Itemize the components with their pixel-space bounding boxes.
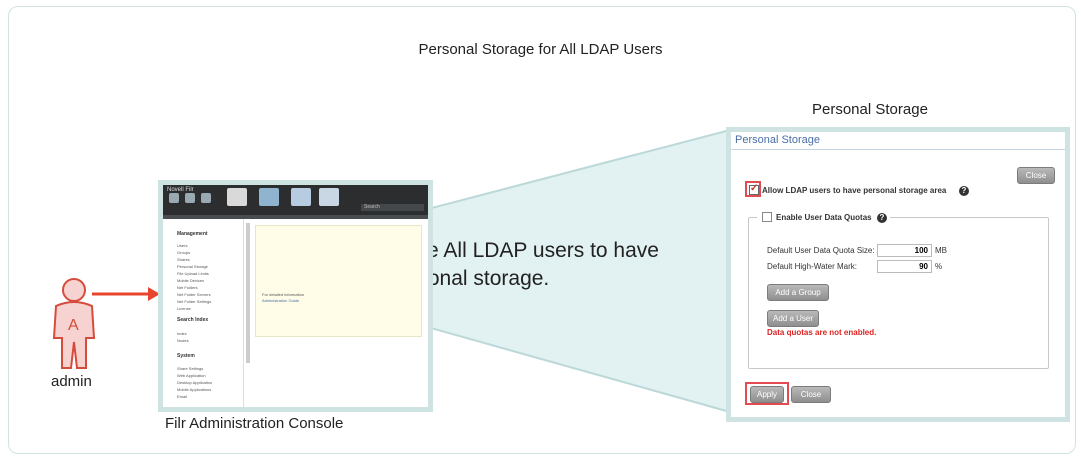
console-sidebar: Management Users Groups Shares Personal …: [163, 219, 244, 407]
quota-size-unit: MB: [935, 246, 947, 255]
nav-item[interactable]: File Upload Limits: [177, 271, 209, 276]
close-bottom-button[interactable]: Close: [791, 386, 831, 403]
section-search-index: Search Index: [177, 317, 209, 323]
admin-label: admin: [51, 373, 92, 390]
whatsnew-icon: [291, 188, 311, 206]
add-group-button[interactable]: Add a Group: [767, 284, 829, 301]
apply-highlight: [745, 382, 789, 405]
allow-ldap-label: Allow LDAP users to have personal storag…: [762, 186, 947, 195]
quota-size-label: Default User Data Quota Size:: [767, 246, 875, 255]
high-water-label: Default High-Water Mark:: [767, 262, 857, 271]
section-management: Management: [177, 231, 208, 237]
nav-item[interactable]: Desktop Application: [177, 380, 212, 385]
console-search[interactable]: Search: [361, 204, 424, 211]
nav-item[interactable]: Groups: [177, 250, 190, 255]
nav-item[interactable]: Mobile Devices: [177, 278, 204, 283]
header-divider: [731, 149, 1065, 150]
admin-console-thumbnail: Novell Filr Search Management Users Grou…: [158, 180, 433, 412]
allow-highlight: [745, 181, 761, 197]
quota-help-icon[interactable]: ?: [877, 213, 887, 223]
help-icon[interactable]: ?: [959, 186, 969, 196]
nav-item[interactable]: Web Application: [177, 373, 206, 378]
high-water-input[interactable]: 90: [877, 260, 932, 273]
nav-item[interactable]: Users: [177, 243, 187, 248]
shared-icon: [259, 188, 279, 206]
myfiles-icon: [227, 188, 247, 206]
netfolders-icon: [319, 188, 339, 206]
nav-item[interactable]: Nodes: [177, 338, 189, 343]
quota-warning: Data quotas are not enabled.: [767, 328, 877, 337]
console-scrollbar[interactable]: [246, 223, 250, 363]
nav-item[interactable]: Share Settings: [177, 366, 203, 371]
quota-size-input[interactable]: 100: [877, 244, 932, 257]
section-system: System: [177, 353, 195, 359]
diagram: Personal Storage for All LDAP Users Pers…: [0, 0, 1081, 457]
nav-item[interactable]: Net Folders: [177, 285, 198, 290]
dialog-header: Personal Storage: [735, 134, 820, 146]
svg-text:A: A: [68, 317, 79, 334]
nav-item-personal-storage[interactable]: Personal Storage: [177, 264, 208, 269]
enable-quota-label: Enable User Data Quotas: [776, 213, 872, 222]
console-main-pane: For detailed information Administration …: [255, 225, 422, 337]
nav-item[interactable]: Shares: [177, 257, 190, 262]
users-icon: [169, 193, 179, 203]
enable-quota-checkbox[interactable]: [762, 212, 772, 222]
nav-item[interactable]: Net Folder Settings: [177, 299, 211, 304]
groups-icon: [185, 193, 195, 203]
nav-item[interactable]: License: [177, 306, 191, 311]
console-main-text-2: Administration Guide: [262, 298, 300, 303]
console-caption: Filr Administration Console: [165, 415, 344, 432]
org-icon: [201, 193, 211, 203]
high-water-unit: %: [935, 262, 943, 271]
console-main-text-1: For detailed information: [262, 292, 305, 297]
nav-item[interactable]: Mobile Applications: [177, 387, 211, 392]
nav-item[interactable]: Net Folder Servers: [177, 292, 211, 297]
nav-item[interactable]: Index: [177, 331, 187, 336]
nav-item[interactable]: Email: [177, 394, 187, 399]
close-top-button[interactable]: Close: [1017, 167, 1055, 184]
console-topbar: Novell Filr Search: [163, 185, 428, 215]
personal-storage-dialog: Personal Storage Close ✓ Allow LDAP user…: [726, 127, 1070, 422]
admin-person-icon: A: [52, 278, 96, 369]
add-user-button[interactable]: Add a User: [767, 310, 819, 327]
